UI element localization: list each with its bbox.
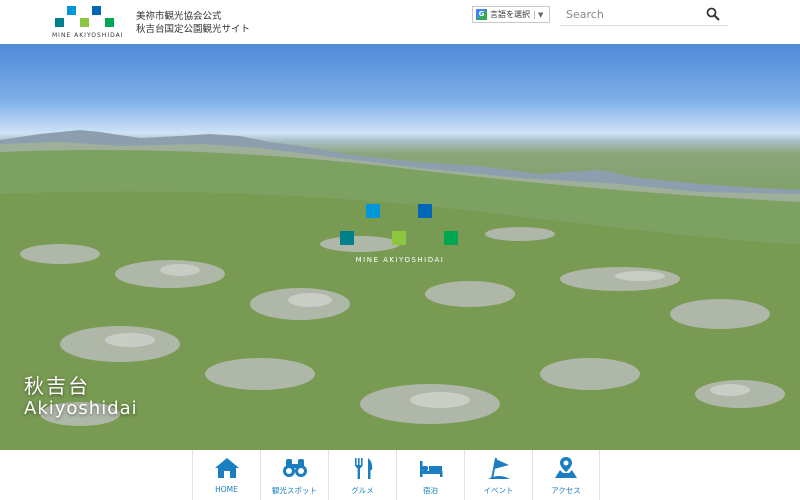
nav-item-access[interactable]: アクセス bbox=[532, 450, 600, 500]
bottom-navigation: HOME 観光スポット グルメ 宿泊 イベント アクセス bbox=[192, 450, 608, 500]
hero-logo-square-green bbox=[444, 231, 458, 245]
logo-square-green bbox=[105, 18, 114, 27]
site-header: MINE AKIYOSHIDAI 美祢市観光協会公式 秋吉台国定公園観光サイト … bbox=[0, 0, 800, 44]
flag-icon bbox=[487, 458, 510, 479]
nav-item-home[interactable]: HOME bbox=[192, 450, 260, 500]
binoculars-icon bbox=[282, 459, 307, 477]
hero-logo-square-lime bbox=[392, 231, 406, 245]
site-title-line1: 美祢市観光協会公式 bbox=[136, 11, 222, 22]
language-label: 言語を選択 bbox=[490, 10, 530, 19]
search-icon[interactable] bbox=[706, 7, 720, 21]
hero-logo-square-blue bbox=[366, 204, 380, 218]
hero-place-name-en: Akiyoshidai bbox=[24, 398, 138, 419]
map-pin-icon bbox=[555, 457, 577, 478]
logo-caption: MINE AKIYOSHIDAI bbox=[52, 32, 124, 39]
nav-item-sightseeing[interactable]: 観光スポット bbox=[260, 450, 328, 500]
search-box bbox=[560, 2, 728, 26]
bed-icon bbox=[419, 461, 442, 477]
hero-logo-caption: MINE AKIYOSHIDAI bbox=[355, 256, 445, 264]
hero-logo: MINE AKIYOSHIDAI bbox=[338, 204, 462, 266]
fork-knife-icon bbox=[354, 458, 372, 479]
nav-item-lodging[interactable]: 宿泊 bbox=[396, 450, 464, 500]
google-translate-icon: G bbox=[476, 9, 487, 20]
logo-square-teal bbox=[55, 18, 64, 27]
nav-label-events: イベント bbox=[483, 486, 514, 495]
language-selector[interactable]: G 言語を選択 ▼ bbox=[472, 6, 550, 23]
logo-square-navy bbox=[92, 6, 101, 15]
chevron-down-icon: ▼ bbox=[534, 10, 543, 19]
logo-square-lime bbox=[80, 18, 89, 27]
hero-place-name-jp: 秋吉台 bbox=[24, 374, 90, 398]
logo-square-blue bbox=[67, 6, 76, 15]
nav-label-home: HOME bbox=[215, 485, 238, 494]
search-input[interactable] bbox=[566, 6, 696, 22]
nav-label-access: アクセス bbox=[551, 486, 581, 495]
site-title: 美祢市観光協会公式 秋吉台国定公園観光サイト bbox=[136, 10, 250, 36]
hero-logo-square-teal bbox=[340, 231, 354, 245]
nav-item-events[interactable]: イベント bbox=[464, 450, 532, 500]
nav-label-sightseeing: 観光スポット bbox=[272, 486, 317, 495]
hero-logo-square-navy bbox=[418, 204, 432, 218]
hero-image: MINE AKIYOSHIDAI 秋吉台 Akiyoshidai bbox=[0, 44, 800, 450]
nav-item-gourmet[interactable]: グルメ bbox=[328, 450, 396, 500]
nav-label-lodging: 宿泊 bbox=[423, 486, 438, 495]
site-title-line2: 秋吉台国定公園観光サイト bbox=[136, 24, 251, 35]
nav-label-gourmet: グルメ bbox=[351, 486, 374, 495]
home-icon bbox=[214, 458, 239, 478]
